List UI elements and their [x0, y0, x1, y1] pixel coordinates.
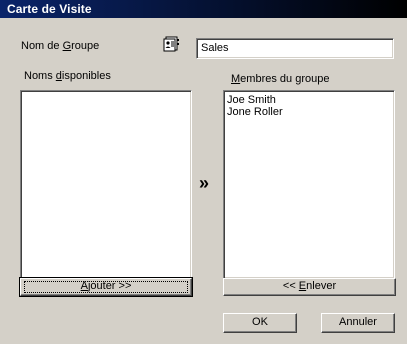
transfer-arrow-icon: » — [199, 173, 210, 193]
business-card-dialog: Carte de Visite Nom de Groupe Sales Noms… — [0, 0, 407, 344]
ok-button[interactable]: OK — [223, 313, 297, 333]
cancel-button[interactable]: Annuler — [321, 313, 395, 333]
members-list[interactable]: Joe Smith Jone Roller — [223, 90, 395, 279]
address-book-icon — [163, 36, 181, 52]
title-bar[interactable]: Carte de Visite — [0, 0, 407, 18]
group-name-label: Nom de Groupe — [21, 40, 100, 52]
window-title: Carte de Visite — [7, 2, 92, 16]
members-label: Membres du groupe — [231, 73, 330, 85]
focus-rectangle — [24, 281, 188, 293]
list-item[interactable]: Joe Smith — [227, 94, 394, 106]
available-names-list[interactable] — [20, 90, 192, 279]
group-name-input[interactable]: Sales — [196, 38, 394, 59]
remove-button[interactable]: << Enlever — [223, 278, 396, 296]
available-names-label: Noms disponibles — [24, 70, 111, 82]
add-button[interactable]: Ajouter >> — [19, 277, 193, 297]
list-item[interactable]: Jone Roller — [227, 106, 394, 118]
